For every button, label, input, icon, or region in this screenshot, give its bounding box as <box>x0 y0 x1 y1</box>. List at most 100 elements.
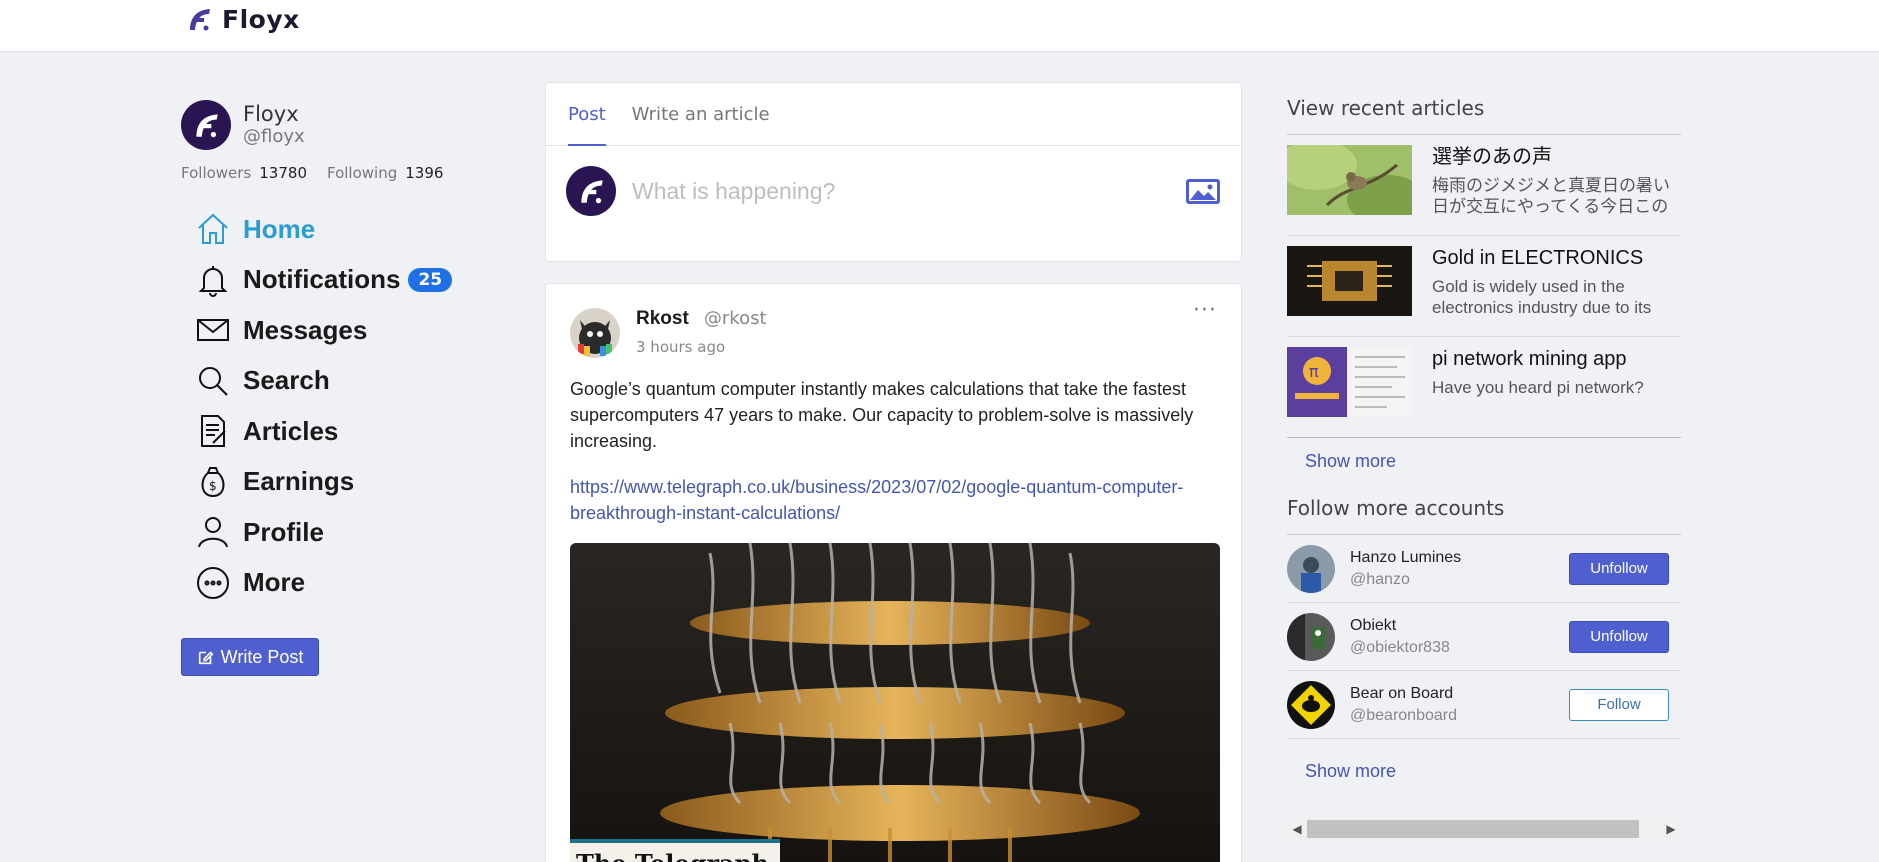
nav-profile-label: Profile <box>243 516 324 547</box>
following-count[interactable]: 1396 <box>405 164 443 182</box>
horizontal-scrollbar[interactable]: ◀ ▶ <box>1287 818 1681 840</box>
nav-more[interactable]: More <box>181 558 501 609</box>
current-user[interactable]: Floyx @floyx <box>181 100 501 150</box>
right-sidebar: View recent articles 選挙のあの声 梅雨のジメジメと真夏日の… <box>1287 96 1681 840</box>
articles-show-more[interactable]: Show more <box>1287 451 1396 472</box>
tab-write-article[interactable]: Write an article <box>632 83 770 146</box>
main-nav: Home Notifications 25 Messages Search Ar… <box>181 204 501 608</box>
article-thumbnail: π <box>1287 347 1412 417</box>
followers-label: Followers <box>181 164 252 182</box>
brand-logo[interactable]: Floyx <box>184 4 300 34</box>
post-menu-icon[interactable]: ··· <box>1193 298 1217 323</box>
follow-accounts-title: Follow more accounts <box>1287 496 1681 535</box>
account-item: Hanzo Lumines @hanzo Unfollow <box>1287 535 1681 603</box>
envelope-icon <box>193 310 233 350</box>
following-label: Following <box>326 164 398 182</box>
follow-button[interactable]: Follow <box>1569 688 1669 721</box>
account-avatar[interactable] <box>1287 612 1335 661</box>
nav-home-label: Home <box>243 213 316 244</box>
article-item[interactable]: Gold in ELECTRONICS Gold is widely used … <box>1287 236 1681 337</box>
user-handle: @floyx <box>243 126 305 147</box>
nav-earnings[interactable]: $ Earnings <box>181 457 501 508</box>
post-author-name[interactable]: Rkost <box>636 308 689 329</box>
article-title: pi network mining app <box>1432 348 1627 370</box>
image-caption: The Telegraph <box>576 849 769 862</box>
left-sidebar: Floyx @floyx Followers 13780 Following 1… <box>181 100 501 676</box>
svg-text:π: π <box>1309 362 1319 381</box>
article-thumbnail <box>1287 246 1412 316</box>
article-description: 梅雨のジメジメと真夏日の暑い日が交互にやってくる今日この頃 <box>1432 176 1670 216</box>
recent-articles-title: View recent articles <box>1287 96 1681 135</box>
account-avatar[interactable] <box>1287 680 1335 729</box>
nav-profile[interactable]: Profile <box>181 507 501 558</box>
post-timestamp: 3 hours ago <box>636 338 726 356</box>
article-title: Gold in ELECTRONICS <box>1432 247 1644 269</box>
article-title: 選挙のあの声 <box>1432 146 1552 168</box>
tab-post[interactable]: Post <box>568 83 606 146</box>
nav-home[interactable]: Home <box>181 204 501 255</box>
nav-messages-label: Messages <box>243 314 368 345</box>
write-post-label: Write Post <box>220 646 304 667</box>
more-icon <box>193 563 233 603</box>
image-upload-icon[interactable] <box>1185 176 1221 206</box>
nav-articles[interactable]: Articles <box>181 406 501 457</box>
nav-search-label: Search <box>243 365 330 396</box>
account-handle: @bearonboard <box>1350 706 1457 724</box>
post-author-handle[interactable]: @rkost <box>704 308 767 329</box>
followers-count[interactable]: 13780 <box>259 164 307 182</box>
composer-tabs: Post Write an article <box>546 83 1241 146</box>
account-item: Bear on Board @bearonboard Follow <box>1287 671 1681 739</box>
scrollbar-thumb[interactable] <box>1307 820 1639 838</box>
follow-stats: Followers 13780 Following 1396 <box>181 164 501 182</box>
post-composer: Post Write an article <box>545 82 1242 262</box>
article-description: Gold is widely used in the electronics i… <box>1432 277 1652 317</box>
nav-more-label: More <box>243 567 306 598</box>
avatar <box>181 100 231 150</box>
account-item: Obiekt @obiektor838 Unfollow <box>1287 603 1681 671</box>
article-item[interactable]: 選挙のあの声 梅雨のジメジメと真夏日の暑い日が交互にやってくる今日この頃 <box>1287 135 1681 236</box>
document-icon <box>193 411 233 451</box>
scroll-left-icon[interactable]: ◀ <box>1287 822 1307 836</box>
post-author-avatar[interactable] <box>570 308 620 358</box>
brand-name: Floyx <box>222 4 300 34</box>
account-avatar[interactable] <box>1287 544 1335 593</box>
nav-articles-label: Articles <box>243 415 339 446</box>
account-handle: @hanzo <box>1350 570 1410 588</box>
article-item[interactable]: π pi network mining app Have you heard p… <box>1287 337 1681 438</box>
nav-notifications[interactable]: Notifications 25 <box>181 255 501 306</box>
floyx-logo-icon <box>581 180 603 204</box>
accounts-show-more[interactable]: Show more <box>1287 761 1396 782</box>
nav-messages[interactable]: Messages <box>181 305 501 356</box>
home-icon <box>193 209 233 249</box>
account-name[interactable]: Bear on Board <box>1350 685 1569 703</box>
floyx-logo-icon <box>190 9 210 31</box>
account-name[interactable]: Obiekt <box>1350 617 1569 635</box>
unfollow-button[interactable]: Unfollow <box>1569 552 1669 585</box>
unfollow-button[interactable]: Unfollow <box>1569 620 1669 653</box>
floyx-logo-icon <box>196 114 218 138</box>
user-icon <box>193 512 233 552</box>
article-thumbnail <box>1287 145 1412 215</box>
bell-icon <box>193 260 233 300</box>
search-icon <box>193 361 233 401</box>
nav-search[interactable]: Search <box>181 356 501 407</box>
account-handle: @obiektor838 <box>1350 638 1450 656</box>
account-name[interactable]: Hanzo Lumines <box>1350 549 1569 567</box>
nav-earnings-label: Earnings <box>243 466 355 497</box>
compose-input[interactable] <box>632 177 1169 205</box>
scroll-right-icon[interactable]: ▶ <box>1661 822 1681 836</box>
write-post-button[interactable]: Write Post <box>181 638 319 676</box>
edit-icon <box>198 651 214 665</box>
money-bag-icon: $ <box>193 462 233 502</box>
post-text: Google’s quantum computer instantly make… <box>570 379 1194 451</box>
notifications-badge: 25 <box>408 267 453 292</box>
avatar <box>566 166 616 216</box>
article-description: Have you heard pi network? <box>1432 378 1644 397</box>
nav-notifications-label: Notifications <box>243 264 401 295</box>
post-link[interactable]: https://www.telegraph.co.uk/business/202… <box>546 454 1241 526</box>
top-bar: Floyx <box>0 0 1879 52</box>
post-image[interactable]: The Telegraph <box>570 543 1220 862</box>
post-card: Rkost @rkost 3 hours ago ··· Google’s qu… <box>545 283 1242 862</box>
user-name: Floyx <box>243 102 299 126</box>
svg-text:$: $ <box>209 479 217 493</box>
